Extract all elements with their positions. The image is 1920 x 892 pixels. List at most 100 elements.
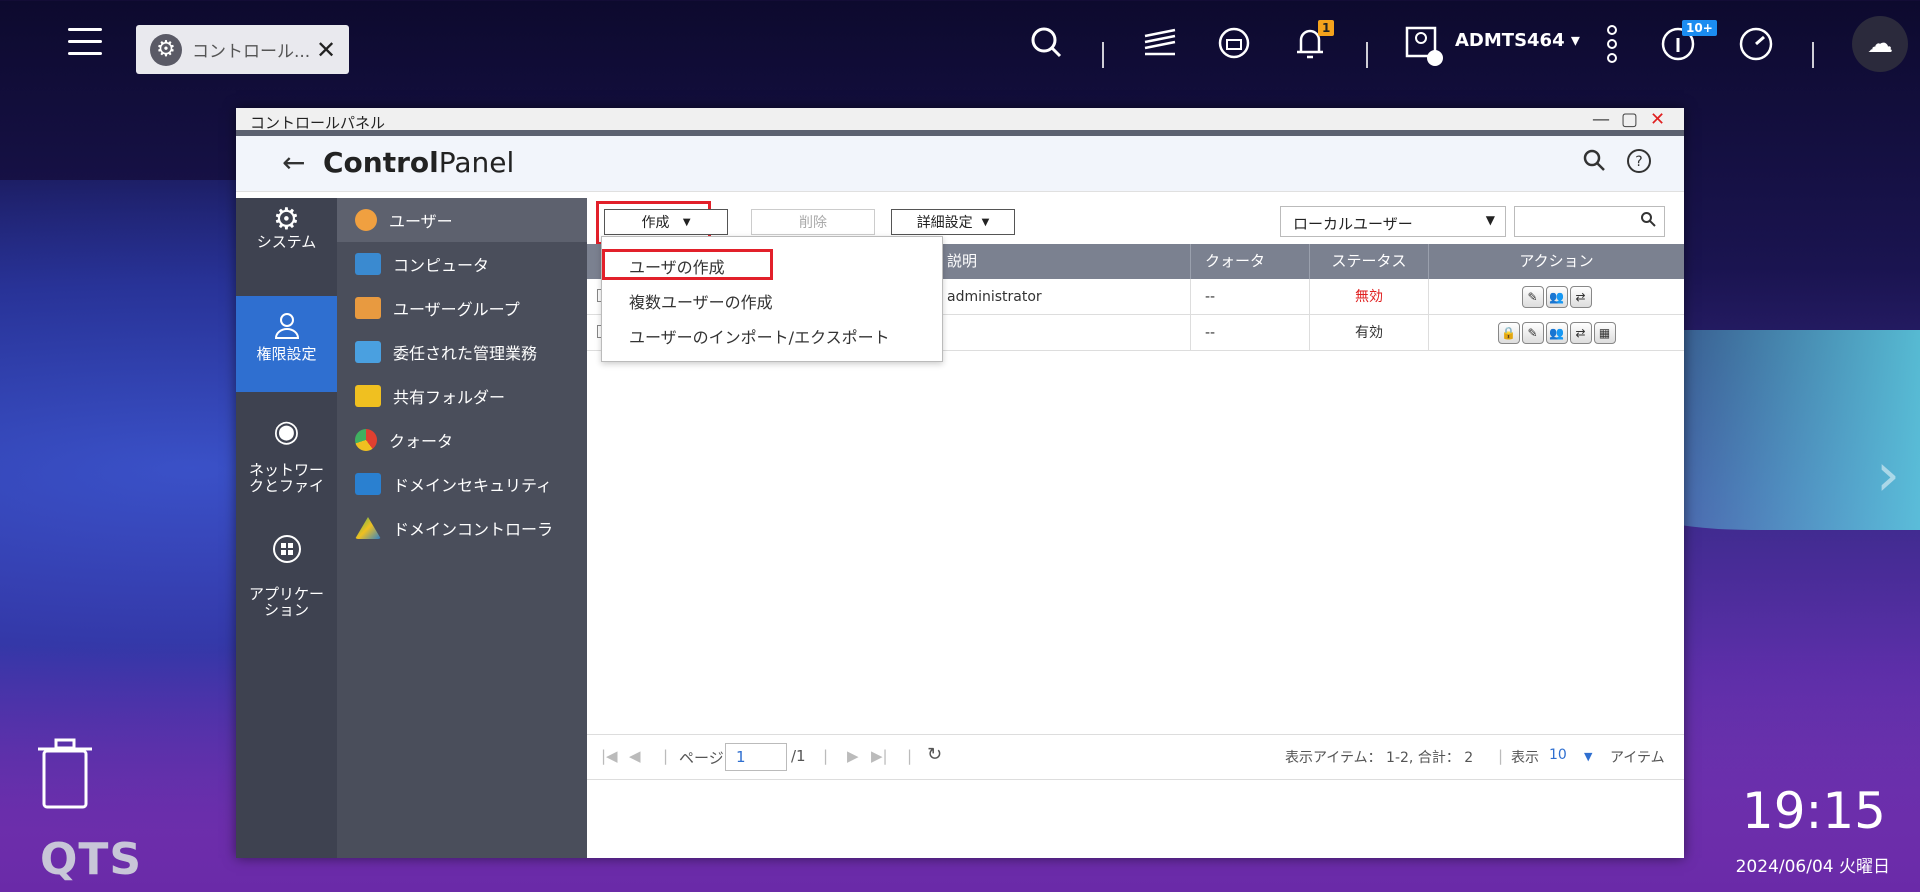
row-status: 無効 (1310, 279, 1429, 315)
password-icon[interactable]: 🔒 (1497, 322, 1520, 344)
delete-button[interactable]: 削除 (751, 209, 875, 235)
chevron-right-icon[interactable]: › (1876, 440, 1900, 510)
subnav-users[interactable]: ユーザー (337, 198, 587, 242)
subnav-user-groups[interactable]: ユーザーグループ (337, 286, 587, 330)
create-dropdown-menu: ユーザの作成 複数ユーザーの作成 ユーザーのインポート/エクスポート (601, 236, 943, 362)
prev-page-icon[interactable]: ◀ (629, 747, 641, 765)
app-privilege-icon[interactable]: ▦ (1593, 322, 1616, 344)
search-icon[interactable] (1024, 24, 1068, 69)
minimize-icon[interactable]: — (1592, 109, 1610, 130)
header-status[interactable]: ステータス (1310, 244, 1429, 279)
gear-icon: ⚙ (150, 33, 182, 66)
permission-icon[interactable]: ⇄ (1569, 322, 1592, 344)
computer-icon (355, 253, 381, 275)
page-title: ControlPanel (323, 146, 515, 179)
subnav-quota[interactable]: クォータ (337, 418, 587, 462)
menu-item-import-export-users[interactable]: ユーザーのインポート/エクスポート (629, 324, 890, 348)
subnav-domain-security[interactable]: ドメインセキュリティ (337, 462, 587, 506)
edit-group-icon[interactable]: 👥 (1545, 286, 1568, 308)
stack-icon[interactable] (1138, 24, 1182, 69)
page-number-input[interactable]: 1 (725, 743, 787, 771)
create-button[interactable]: 作成 ▼ (604, 209, 728, 235)
nav-applications-label: アプリケー ション (248, 585, 324, 619)
subnav-label: ユーザー (389, 212, 453, 231)
taskbar-tab-control-panel[interactable]: ⚙ コントロール... ✕ (136, 25, 349, 74)
next-page-icon[interactable]: ▶ (847, 747, 859, 765)
separator (1102, 42, 1104, 68)
subnav-delegated-admin[interactable]: 委任された管理業務 (337, 330, 587, 374)
trash-icon[interactable] (38, 737, 92, 809)
quota-pie-icon (355, 429, 377, 451)
back-arrow-icon[interactable]: ← (282, 146, 305, 179)
separator: | (663, 747, 669, 765)
separator: | (907, 747, 913, 765)
header-quota[interactable]: クォータ (1191, 244, 1310, 279)
domain-controller-icon (355, 517, 381, 539)
row-actions: 🔒 ✎ 👥 ⇄ ▦ (1429, 315, 1684, 351)
user-icon (355, 209, 377, 231)
search-input[interactable] (1514, 206, 1665, 237)
row-status: 有効 (1310, 315, 1429, 351)
first-page-icon[interactable]: |◀ (601, 747, 618, 765)
folder-icon (355, 385, 381, 407)
user-account-icon[interactable] (1402, 24, 1446, 77)
updates-badge: 10+ (1682, 20, 1717, 36)
subnav-label: 委任された管理業務 (393, 344, 538, 363)
chevron-down-icon[interactable]: ▼ (1584, 750, 1592, 763)
nav-applications[interactable]: アプリケー ション (236, 502, 337, 618)
last-page-icon[interactable]: ▶| (871, 747, 888, 765)
advanced-label: 詳細設定 (916, 215, 973, 231)
help-icon[interactable]: ? (1626, 148, 1652, 180)
nav-network[interactable]: ◉ ネットワー クとファイ (236, 408, 337, 495)
row-quota: -- (1191, 315, 1310, 351)
close-icon[interactable]: ✕ (1650, 109, 1665, 130)
main-content: 作成 ▼ 削除 詳細設定 ▼ ローカルユーザー ▼ 説明 クォータ ステータス ア… (587, 198, 1684, 858)
separator: | (823, 747, 829, 765)
window-titlebar[interactable]: コントロールパネル — ▢ ✕ (236, 108, 1684, 136)
permission-icon[interactable]: ⇄ (1569, 286, 1592, 308)
nav-system[interactable]: ⚙ システム (236, 202, 337, 292)
nav-network-label: ネットワー クとファイ (248, 461, 324, 495)
subnav-label: クォータ (389, 432, 454, 451)
pagination-bar: |◀ ◀ | ページ 1 /1 | ▶ ▶| | ↻ 表示アイテム： 1-2, … (587, 734, 1684, 780)
maximize-icon[interactable]: ▢ (1621, 109, 1638, 130)
close-icon[interactable]: ✕ (316, 36, 336, 64)
gear-icon: ⚙ (273, 202, 300, 237)
subnav-label: ドメインコントローラ (393, 520, 554, 539)
row-quota: -- (1191, 279, 1310, 315)
sync-icon[interactable] (1212, 24, 1256, 71)
search-icon (1640, 211, 1656, 231)
items-label: アイテム (1610, 750, 1665, 766)
more-options-icon[interactable] (1590, 24, 1634, 73)
dashboard-gauge-icon[interactable] (1734, 24, 1778, 73)
header-description[interactable]: 説明 (937, 244, 1191, 279)
subnav-computers[interactable]: コンピュータ (337, 242, 587, 286)
menu-item-create-multiple-users[interactable]: 複数ユーザーの作成 (629, 289, 773, 313)
left-nav: ⚙ システム 権限設定 ◉ ネットワー クとファイ アプリケー ション (236, 198, 337, 858)
user-type-select[interactable]: ローカルユーザー ▼ (1280, 206, 1506, 237)
advanced-settings-button[interactable]: 詳細設定 ▼ (891, 209, 1015, 235)
main-menu-icon[interactable] (68, 28, 102, 58)
edit-icon[interactable]: ✎ (1521, 286, 1544, 308)
taskbar-tab-label: コントロール... (192, 42, 310, 62)
subnav-domain-controller[interactable]: ドメインコントローラ (337, 506, 587, 550)
nav-privilege[interactable]: 権限設定 (236, 296, 337, 392)
subnav-label: ドメインセキュリティ (393, 476, 553, 495)
subnav-shared-folders[interactable]: 共有フォルダー (337, 374, 587, 418)
clock-date: 2024/06/04 火曜日 (1735, 857, 1890, 877)
panel-header: ← ControlPanel ? (236, 136, 1684, 192)
row-actions: ✎ 👥 ⇄ (1429, 279, 1684, 315)
refresh-icon[interactable]: ↻ (927, 744, 942, 765)
edit-icon[interactable]: ✎ (1521, 322, 1544, 344)
brand-logo: QTS (40, 834, 143, 885)
notification-badge: 1 (1318, 20, 1335, 36)
search-icon[interactable] (1582, 148, 1606, 178)
edit-group-icon[interactable]: 👥 (1545, 322, 1568, 344)
username-dropdown[interactable]: ADMTS464 ▾ (1455, 30, 1580, 51)
per-page-select[interactable]: 10 (1549, 747, 1567, 763)
user-group-icon (355, 297, 381, 319)
create-label: 作成 (641, 215, 670, 231)
sub-nav: ユーザー コンピュータ ユーザーグループ 委任された管理業務 共有フォルダー ク… (337, 198, 587, 858)
cloud-icon[interactable]: ☁ (1852, 16, 1908, 72)
menu-item-create-user[interactable]: ユーザの作成 (629, 254, 725, 278)
